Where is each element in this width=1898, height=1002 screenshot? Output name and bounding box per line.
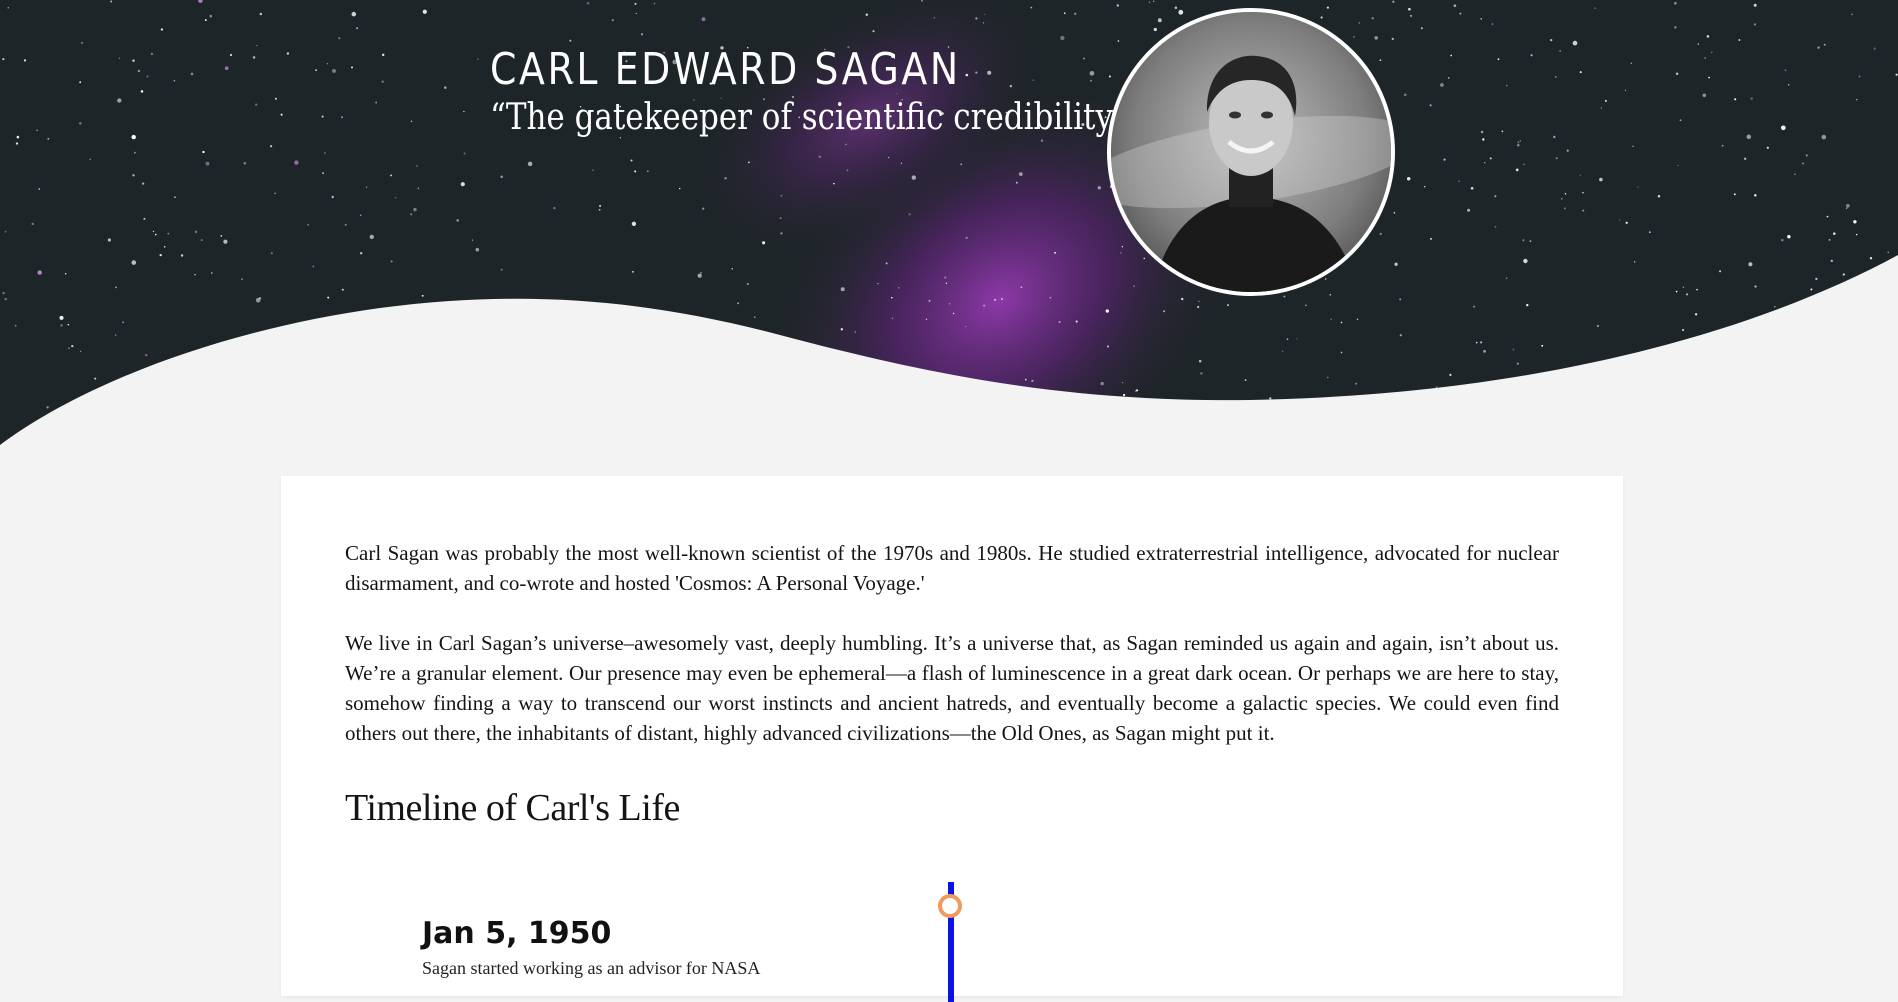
content-card: Carl Sagan was probably the most well-kn… <box>281 476 1623 1002</box>
intro-paragraph: Carl Sagan was probably the most well-kn… <box>345 541 1559 595</box>
page-title: CARL EDWARD SAGAN <box>490 44 961 95</box>
portrait-image <box>1111 12 1391 292</box>
timeline-heading: Timeline of Carl's Life <box>345 787 680 829</box>
timeline-event-date: Jan 5, 1950 <box>422 916 612 951</box>
timeline-event-text: Sagan started working as an advisor for … <box>422 958 761 978</box>
portrait-photo <box>1107 8 1395 296</box>
hero-banner: CARL EDWARD SAGAN “The gatekeeper of sci… <box>0 0 1898 445</box>
intro-paragraph: We live in Carl Sagan’s universe–awesome… <box>345 631 1559 745</box>
timeline-marker-icon <box>938 894 962 918</box>
hero-quote: “The gatekeeper of scientific credibilit… <box>490 97 1129 138</box>
